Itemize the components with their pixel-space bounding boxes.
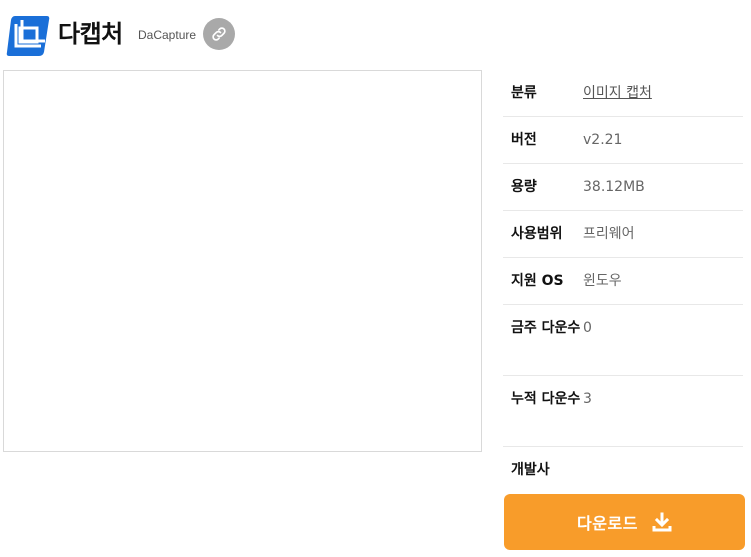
screenshot-preview <box>3 70 482 452</box>
software-info-table: 분류 이미지 캡처 버전 v2.21 용량 38.12MB 사용범위 프리웨어 … <box>503 70 743 487</box>
link-icon <box>212 27 226 41</box>
info-value: 0 <box>583 320 592 336</box>
info-value: 3 <box>583 391 592 407</box>
app-subtitle: DaCapture <box>138 28 197 42</box>
share-link-button[interactable] <box>203 18 235 50</box>
info-value: 이미지 캡처 <box>583 81 743 116</box>
info-row-weekly-downloads: 금주 다운수 0 <box>503 305 743 376</box>
info-row-total-downloads: 누적 다운수 3 <box>503 376 743 447</box>
info-row-size: 용량 38.12MB <box>503 164 743 211</box>
info-key: 개발사 <box>511 462 550 478</box>
info-row-license: 사용범위 프리웨어 <box>503 211 743 258</box>
download-label: 다운로드 <box>577 514 638 533</box>
info-value: 프리웨어 <box>583 226 635 242</box>
info-value: 윈도우 <box>583 273 622 289</box>
info-key: 금주 다운수 <box>511 320 581 336</box>
info-row-os: 지원 OS 윈도우 <box>503 258 743 305</box>
info-row-developer: 개발사 <box>503 447 743 487</box>
info-key: 지원 OS <box>511 273 564 289</box>
crop-icon <box>6 16 50 56</box>
download-button[interactable]: 다운로드 <box>504 494 745 550</box>
info-key: 버전 <box>511 132 537 148</box>
app-title: 다캡처 <box>58 20 123 48</box>
category-link[interactable]: 이미지 캡처 <box>583 85 652 101</box>
info-row-version: 버전 v2.21 <box>503 117 743 164</box>
info-value: v2.21 <box>583 132 623 148</box>
info-key: 사용범위 <box>511 226 563 242</box>
info-key: 용량 <box>511 179 537 195</box>
info-value: 38.12MB <box>583 179 645 195</box>
info-key: 분류 <box>511 85 537 101</box>
app-logo <box>5 14 51 58</box>
info-key: 누적 다운수 <box>511 391 581 407</box>
download-icon <box>652 512 672 532</box>
info-row-category: 분류 이미지 캡처 <box>503 70 743 117</box>
info-value <box>583 458 743 487</box>
